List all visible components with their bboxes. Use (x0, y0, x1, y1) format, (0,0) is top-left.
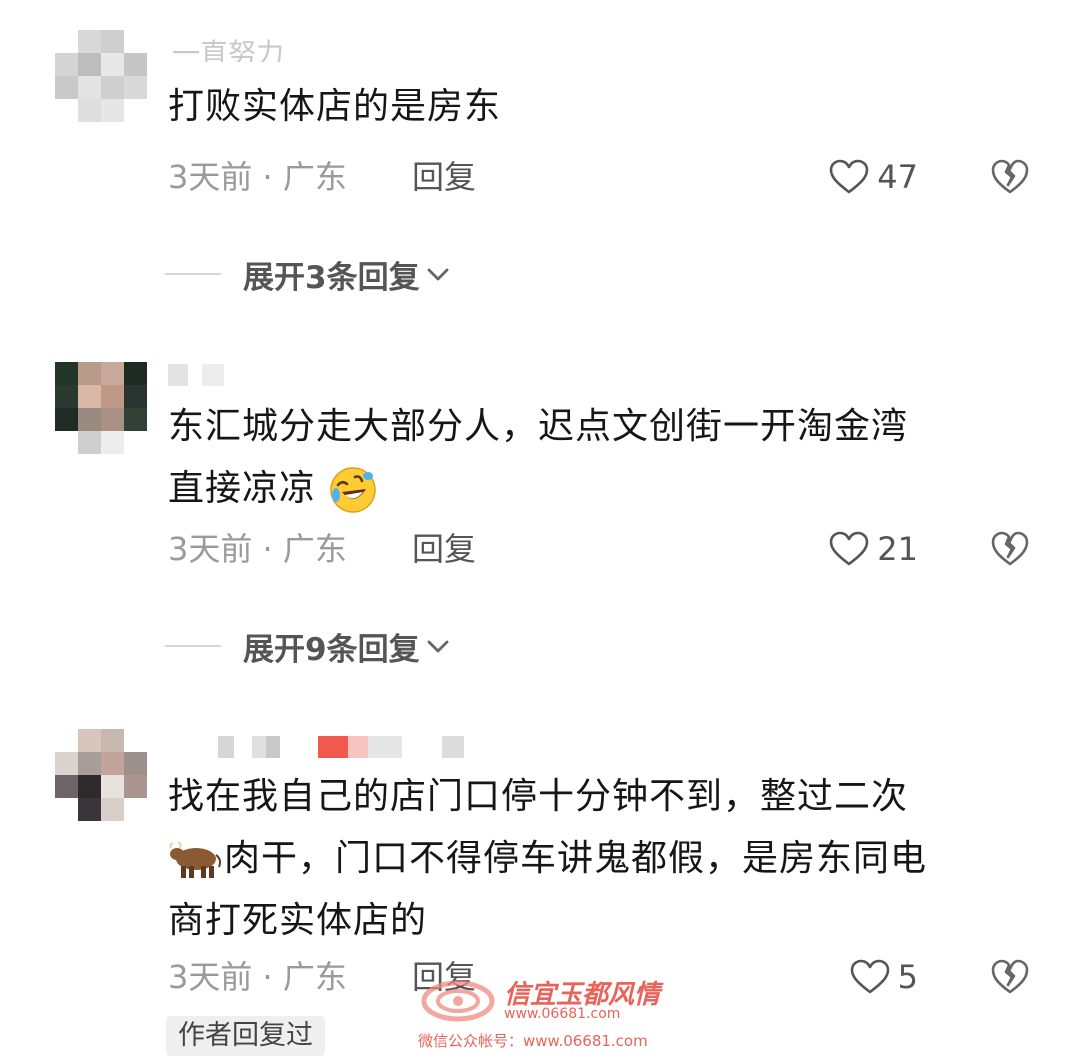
like-count: 5 (897, 958, 918, 996)
like-button[interactable]: 21 (829, 527, 918, 571)
broken-heart-icon[interactable] (990, 957, 1030, 997)
like-button[interactable]: 5 (850, 955, 918, 999)
broken-heart-icon[interactable] (990, 157, 1030, 197)
watermark: 信宜玉都风情 www.06681.com 微信公众帐号：www.06681.co… (412, 972, 672, 1052)
expand-replies-button[interactable]: 展开9条回复 (165, 624, 452, 668)
comment-text: 东汇城分走大部分人，迟点文创街一开淘金湾 直接凉凉 (168, 396, 1028, 520)
expand-replies-label: 展开9条回复 (243, 631, 420, 668)
watermark-subtitle: 微信公众帐号：www.06681.com (418, 1032, 648, 1050)
comment-text: 打败实体店的是房东 (168, 86, 502, 127)
username[interactable]: 一直努力 (172, 28, 284, 62)
avatar[interactable] (55, 729, 147, 821)
avatar[interactable] (55, 30, 147, 122)
avatar[interactable] (55, 362, 147, 454)
like-count: 21 (877, 530, 918, 568)
reply-button[interactable]: 回复 (412, 527, 476, 571)
watermark-url: www.06681.com (504, 1006, 621, 1022)
comment-text: 找在我自己的店门口停十分钟不到，整过二次 肉干，门口不得停车讲鬼都假，是房东同电… (168, 776, 928, 941)
reply-button[interactable]: 回复 (412, 155, 476, 199)
author-replied-badge: 作者回复过 (166, 1016, 325, 1056)
like-count: 47 (877, 158, 918, 196)
ox-icon (169, 841, 221, 878)
chevron-down-icon (427, 268, 448, 281)
broken-heart-icon[interactable] (990, 529, 1030, 569)
heart-outline-icon (850, 959, 889, 994)
username[interactable] (168, 732, 464, 762)
timestamp-location: 3天前 · 广东 (168, 158, 347, 196)
expand-replies-button[interactable]: 展开3条回复 (165, 252, 452, 296)
divider (165, 645, 221, 647)
expand-replies-label: 展开3条回复 (243, 259, 420, 296)
timestamp-location: 3天前 · 广东 (168, 958, 347, 996)
watermark-logo-icon (421, 980, 495, 1022)
like-button[interactable]: 47 (829, 155, 918, 199)
comment-meta: 3天前 · 广东 回复 21 (168, 527, 1038, 571)
username[interactable] (168, 360, 224, 390)
chevron-down-icon (427, 640, 448, 653)
timestamp-location: 3天前 · 广东 (168, 530, 347, 568)
comment-meta: 3天前 · 广东 回复 47 (168, 155, 1038, 199)
rolling-on-floor-laughing-icon (330, 467, 377, 513)
divider (165, 273, 221, 275)
heart-outline-icon (829, 531, 869, 566)
heart-outline-icon (829, 159, 869, 194)
